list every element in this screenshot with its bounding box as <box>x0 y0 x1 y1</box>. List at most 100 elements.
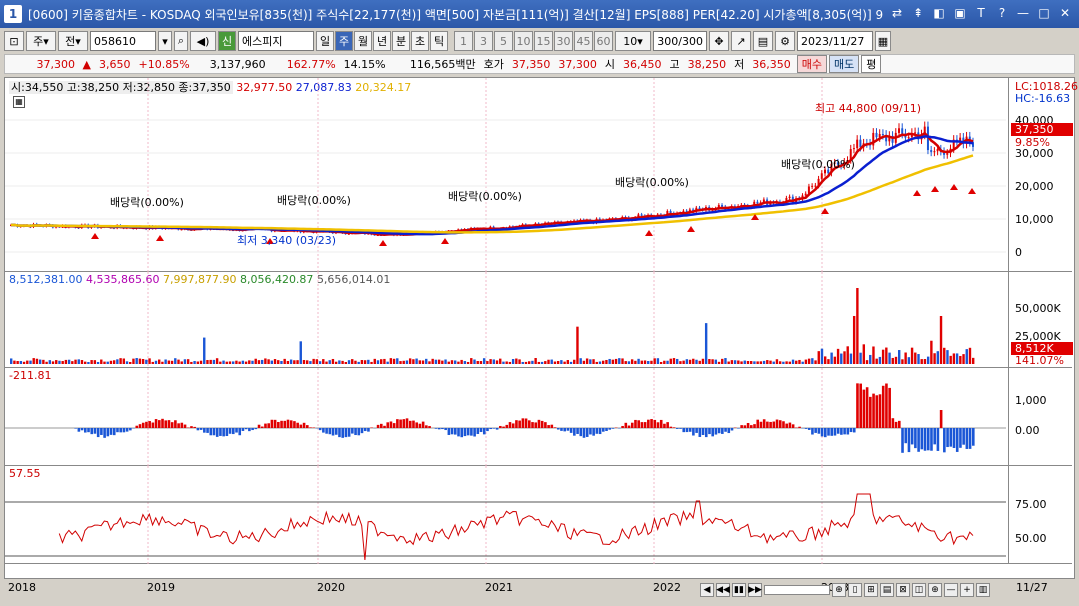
eval-button[interactable]: 평 <box>861 55 882 73</box>
sell-button[interactable]: 매도 <box>829 55 860 73</box>
pin-icon[interactable]: ⇞ <box>908 4 928 22</box>
oscillator-bar <box>640 422 644 428</box>
volume-bar <box>856 288 859 364</box>
volume-bar <box>788 361 792 364</box>
period-tab[interactable]: 분 <box>392 31 410 51</box>
draw-tool-icon[interactable]: ↗ <box>731 31 751 51</box>
help-icon[interactable]: ? <box>992 4 1012 22</box>
volume-bar <box>708 359 711 364</box>
link-icon[interactable]: ⇄ <box>887 4 907 22</box>
oscillator-bar <box>447 428 451 435</box>
oscillator-bar <box>203 428 206 433</box>
zoom-out-icon[interactable]: — <box>944 583 958 597</box>
add-icon[interactable]: + <box>960 583 974 597</box>
fit-icon[interactable]: ⊠ <box>896 583 910 597</box>
split-icon[interactable]: ⊞ <box>864 583 878 597</box>
period-tab[interactable]: 월 <box>354 31 372 51</box>
gear-icon[interactable]: ⚙ <box>775 31 795 51</box>
period-tab[interactable]: 초 <box>411 31 429 51</box>
volume-bar <box>122 358 126 364</box>
save-icon[interactable]: ▤ <box>753 31 773 51</box>
volume-bar <box>51 361 55 364</box>
oscillator-bar <box>711 428 714 437</box>
zoom-icon[interactable]: ⊕ <box>832 583 846 597</box>
volume-bar <box>357 361 360 364</box>
scroll-forward-icon[interactable]: ▶▶ <box>748 583 762 597</box>
oscillator-bar <box>534 422 538 428</box>
period-tab[interactable]: 주 <box>335 31 353 51</box>
period-tab[interactable]: 년 <box>373 31 391 51</box>
oscillator-bar <box>672 427 676 428</box>
oscillator-bar <box>476 428 480 435</box>
period-tab[interactable]: 일 <box>316 31 334 51</box>
interval-button[interactable]: 30 <box>554 31 573 51</box>
oscillator-bar <box>318 428 322 431</box>
interval-button[interactable]: 15 <box>534 31 553 51</box>
volume-bar <box>334 361 338 364</box>
date-input[interactable]: 2023/11/27 <box>797 31 873 51</box>
oscillator-bar <box>746 422 750 428</box>
oscillator-bar <box>872 393 875 428</box>
volume-bar <box>727 361 730 364</box>
close-button[interactable]: ✕ <box>1055 4 1075 22</box>
scroll-back-icon[interactable]: ◀◀ <box>716 583 730 597</box>
layout-icon[interactable]: ◧ <box>929 4 949 22</box>
oscillator-bar <box>492 428 496 429</box>
volume-bar <box>193 361 196 364</box>
scroll-start-icon[interactable]: ◀ <box>700 583 714 597</box>
pause-icon[interactable]: ▮▮ <box>732 583 746 597</box>
rsi-tick: 50.00 <box>1015 532 1047 545</box>
volume-bar <box>643 360 647 364</box>
oscillator-bar <box>129 428 132 431</box>
oscillator-bar <box>582 428 586 438</box>
volume-ratio: 162.77% <box>286 57 336 71</box>
interval-button[interactable]: 45 <box>574 31 593 51</box>
maximize-button[interactable]: □ <box>1034 4 1054 22</box>
range-input[interactable]: 300/300 <box>653 31 707 51</box>
chart-type-icon[interactable]: ▯ <box>848 583 862 597</box>
volume-bar <box>611 359 615 364</box>
oscillator-bar <box>248 428 251 432</box>
compress-icon[interactable]: ▤ <box>880 583 894 597</box>
calendar-icon[interactable]: ▦ <box>875 31 891 51</box>
interval-button[interactable]: 60 <box>594 31 613 51</box>
candle-body <box>933 151 936 153</box>
oscillator-bar <box>923 428 927 451</box>
candle-body <box>852 148 855 150</box>
oscillator-bar <box>302 422 306 428</box>
volume-bar <box>865 360 869 364</box>
volume-bar <box>482 358 486 364</box>
minimize-button[interactable]: — <box>1013 4 1033 22</box>
reset-icon[interactable]: ▥ <box>976 583 990 597</box>
interval-button[interactable]: 1 <box>454 31 473 51</box>
chart-menu-icon[interactable]: ⊡ <box>4 31 24 51</box>
mode-select[interactable]: 주 ▾ <box>26 31 56 51</box>
volume-bar <box>750 361 753 364</box>
period-tab[interactable]: 틱 <box>430 31 448 51</box>
interval-button[interactable]: 3 <box>474 31 493 51</box>
volume-bar <box>959 355 962 364</box>
scrollbar[interactable] <box>764 585 830 595</box>
chart-area[interactable]: 시:34,550 고:38,250 저:32,850 종:37,350 32,9… <box>4 77 1078 579</box>
market-select[interactable]: 전 ▾ <box>58 31 88 51</box>
oscillator-bar <box>778 420 782 428</box>
window-icon[interactable]: ▣ <box>950 4 970 22</box>
arrange-icon[interactable]: ◫ <box>912 583 926 597</box>
volume-bar <box>177 359 180 364</box>
stock-code-input[interactable]: 058610 <box>90 31 156 51</box>
search-icon[interactable]: ⌕ <box>174 31 188 51</box>
buy-button[interactable]: 매수 <box>796 55 827 73</box>
font-size-icon[interactable]: T <box>971 4 991 22</box>
crosshair-icon[interactable]: ✥ <box>709 31 729 51</box>
volume-bar <box>721 358 724 364</box>
interval-button[interactable]: 10 <box>514 31 533 51</box>
interval-button[interactable]: 5 <box>494 31 513 51</box>
sound-icon[interactable]: ◀) <box>190 31 216 51</box>
volume-bar <box>67 359 71 364</box>
volume-bar <box>579 358 582 364</box>
code-dropdown-icon[interactable]: ▾ <box>158 31 172 51</box>
zoom-in-icon[interactable]: ⊕ <box>928 583 942 597</box>
count-select[interactable]: 10 ▾ <box>615 31 651 51</box>
oscillator-bar <box>914 428 917 449</box>
candle-body <box>756 201 759 204</box>
